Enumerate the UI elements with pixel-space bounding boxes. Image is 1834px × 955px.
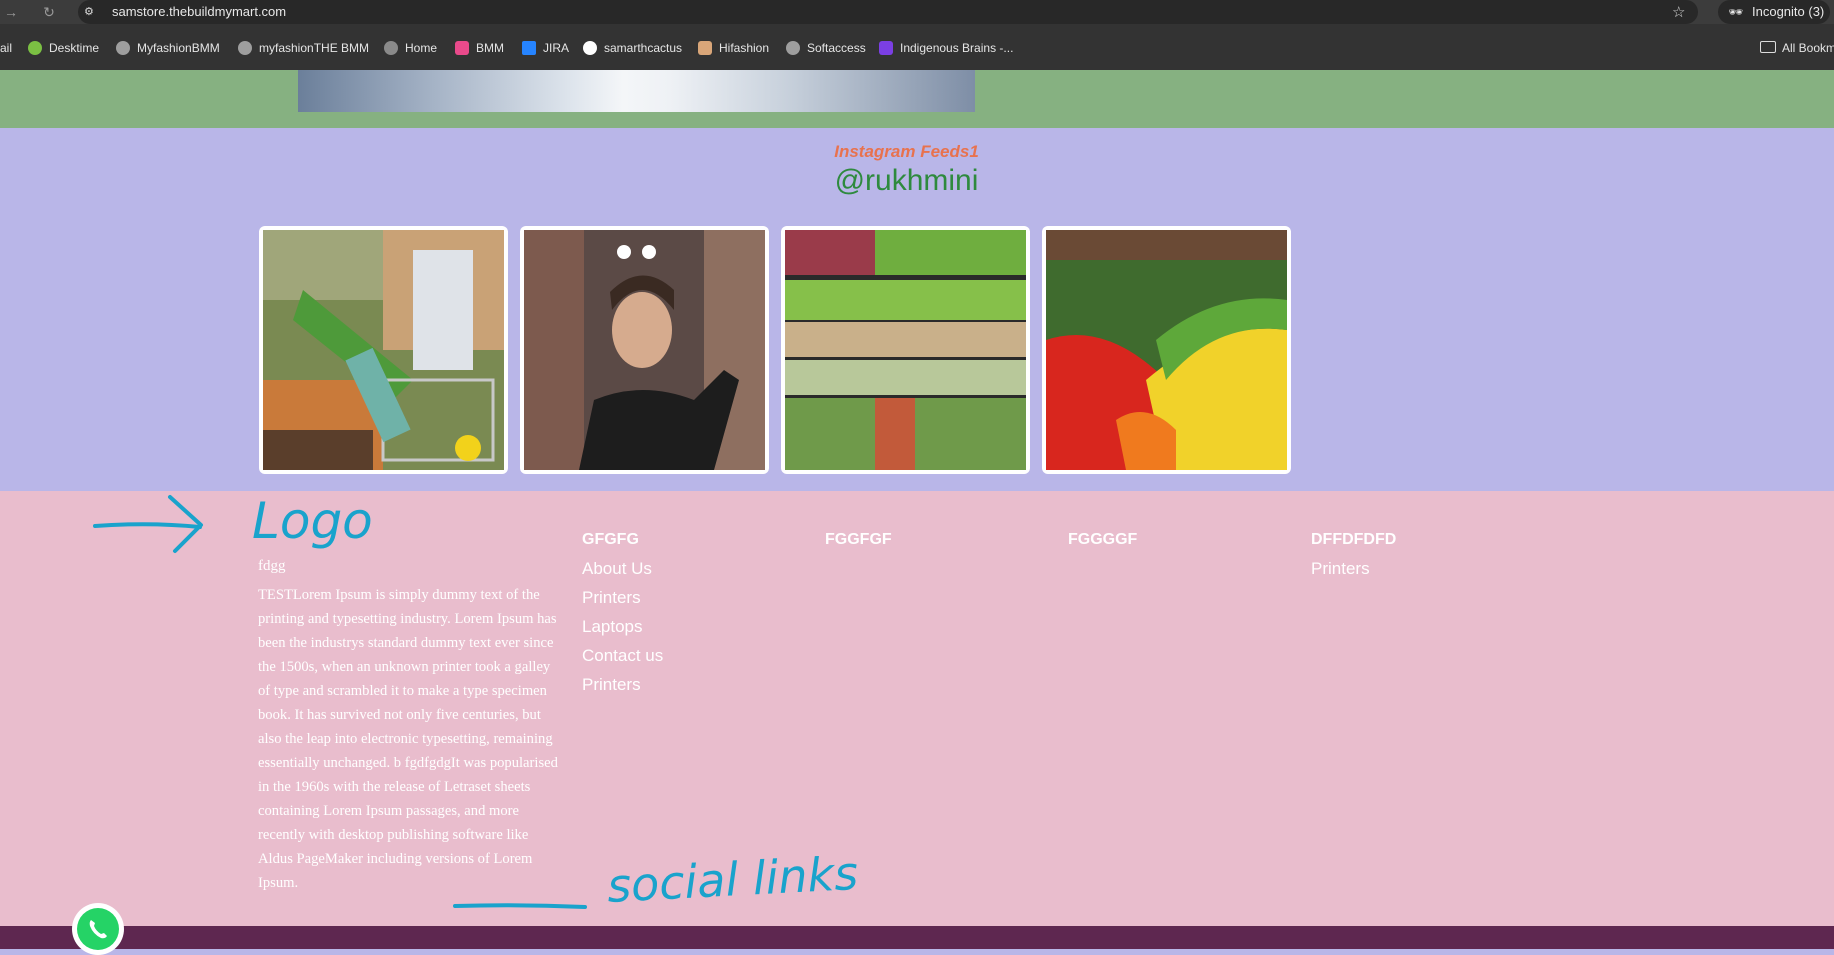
footer-link-contact-us[interactable]: Contact us xyxy=(582,646,663,666)
bookmark-label: BMM xyxy=(476,41,504,55)
indigenous-brains-icon xyxy=(879,41,893,55)
forward-icon[interactable]: → xyxy=(2,3,20,21)
vegetable-shelves-image xyxy=(785,230,1026,470)
footer-link-about-us[interactable]: About Us xyxy=(582,559,652,579)
bookmark-label: Home xyxy=(405,41,438,55)
bookmark-label: Desktime xyxy=(49,41,100,55)
grocery-basket-image xyxy=(263,230,504,470)
bookmark-jira[interactable]: JIRA xyxy=(522,39,569,57)
instagram-subtitle: Instagram Feeds1 xyxy=(834,142,979,161)
cactus-icon xyxy=(583,41,597,55)
globe-icon xyxy=(238,41,252,55)
bookmarks-bar: ail Desktime MyfashionBMM myfashionTHE B… xyxy=(0,24,1834,70)
bookmark-softaccess[interactable]: Softaccess xyxy=(786,39,866,57)
globe-icon xyxy=(116,41,130,55)
bookmark-label: Softaccess xyxy=(807,41,866,55)
footer-heading-fggggf: FGGGGF xyxy=(1068,531,1138,548)
fruit-display-image xyxy=(1046,230,1287,470)
browser-toolbar: → ↻ ⚙ samstore.thebuildmymart.com ☆ 🕶 In… xyxy=(0,0,1834,24)
bookmark-star-icon[interactable]: ☆ xyxy=(1672,3,1685,21)
footer-link-printers[interactable]: Printers xyxy=(582,588,641,608)
url-text[interactable]: samstore.thebuildmymart.com xyxy=(112,4,286,19)
bookmark-samarthcactus[interactable]: samarthcactus xyxy=(583,39,682,57)
bottom-bar xyxy=(0,926,1834,949)
bookmark-label: samarthcactus xyxy=(604,41,683,55)
bookmark-hifashion[interactable]: Hifashion xyxy=(698,39,769,57)
bookmark-label: ail xyxy=(0,41,13,55)
footer-heading-gfgfg: GFGFG xyxy=(582,531,639,548)
site-settings-icon[interactable]: ⚙ xyxy=(84,5,100,19)
address-bar[interactable] xyxy=(78,0,1698,24)
instagram-feed-1[interactable] xyxy=(259,226,508,474)
woman-supermarket-image xyxy=(524,230,765,470)
footer-description: TESTLorem Ipsum is simply dummy text of … xyxy=(258,587,558,891)
footer-link-laptops[interactable]: Laptops xyxy=(582,617,643,637)
bookmark-label: myfashionTHE BMM xyxy=(259,41,370,55)
instagram-handle[interactable]: @rukhmini xyxy=(0,164,1813,198)
bookmark-ail[interactable]: ail xyxy=(0,39,12,57)
footer-logo-text: fdgg xyxy=(258,558,286,574)
bookmark-label: Hifashion xyxy=(719,41,770,55)
bookmark-label: Indigenous Brains -... xyxy=(900,41,1014,55)
folder-icon xyxy=(1760,41,1776,53)
globe-icon xyxy=(786,41,800,55)
whatsapp-icon xyxy=(77,908,119,950)
all-bookmarks-label: All Bookmarks xyxy=(1782,41,1834,55)
incognito-label: Incognito (3) xyxy=(1752,4,1825,19)
whatsapp-button[interactable] xyxy=(72,903,124,955)
footer-heading-dffdfdfd: DFFDFDFD xyxy=(1311,531,1397,548)
bmm-icon xyxy=(455,41,469,55)
hero-image xyxy=(298,70,975,112)
hifashion-icon xyxy=(698,41,712,55)
bookmark-home[interactable]: Home xyxy=(384,39,437,57)
bookmark-myfashionthebmm[interactable]: myfashionTHE BMM xyxy=(238,39,369,57)
bookmark-desktime[interactable]: Desktime xyxy=(28,39,99,57)
bookmark-myfashionbmm[interactable]: MyfashionBMM xyxy=(116,39,220,57)
incognito-button[interactable]: 🕶 Incognito (3) xyxy=(1718,0,1830,24)
all-bookmarks-button[interactable]: All Bookmarks xyxy=(1760,39,1834,57)
bookmark-label: MyfashionBMM xyxy=(137,41,220,55)
bookmark-bmm[interactable]: BMM xyxy=(455,39,504,57)
jira-icon xyxy=(522,41,536,55)
desktime-icon xyxy=(28,41,42,55)
incognito-icon: 🕶 xyxy=(1728,5,1744,19)
reload-icon[interactable]: ↻ xyxy=(40,3,58,21)
home-icon xyxy=(384,41,398,55)
instagram-feed-3[interactable] xyxy=(781,226,1030,474)
bookmark-indigenous-brains[interactable]: Indigenous Brains -... xyxy=(879,39,1013,57)
footer-link-printers-3[interactable]: Printers xyxy=(1311,559,1370,579)
bookmark-label: JIRA xyxy=(543,41,570,55)
instagram-feed-4[interactable] xyxy=(1042,226,1291,474)
footer-link-printers-2[interactable]: Printers xyxy=(582,675,641,695)
footer-heading-fggfgf: FGGFGF xyxy=(825,531,892,548)
instagram-feed-2[interactable] xyxy=(520,226,769,474)
